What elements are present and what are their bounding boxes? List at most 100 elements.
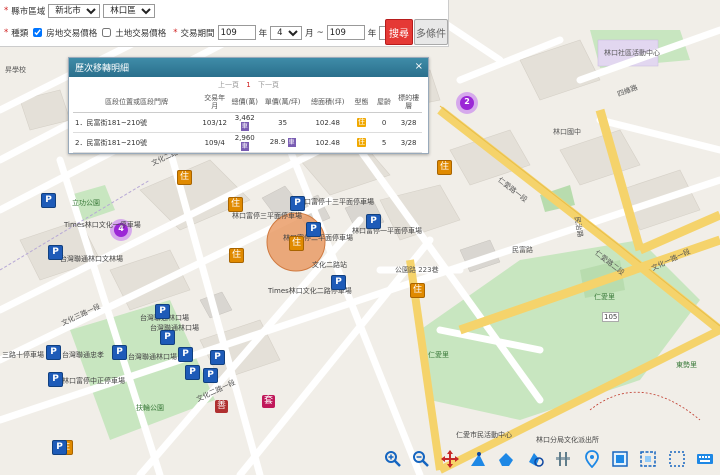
fullscreen-icon[interactable] [637,448,659,470]
shop-marker[interactable]: 套 [262,395,275,408]
keyboard-icon[interactable] [694,448,716,470]
col-header: 交易年月 [200,92,230,113]
current-page: 1 [246,81,251,89]
table-header-row: 區段位置或區段門牌 交易年月 總價(萬) 單價(萬/坪) 總面積(坪) 型態 屋… [73,92,422,113]
required-mark: * [173,27,178,38]
parking-marker[interactable]: P [210,350,225,365]
house-marker-selected[interactable]: 住 [289,236,304,251]
type-cell: 住 [350,132,373,153]
map-label: 三路十停車場 [2,351,44,359]
type-cell: 住 [350,112,373,133]
residential-badge: 住 [357,118,367,127]
locate-icon[interactable] [581,448,603,470]
search-button[interactable]: 搜尋 [385,19,413,45]
map-label: 仁愛里 [428,351,449,359]
range-separator: ~ [316,27,324,38]
map-label: 林口國中 [553,128,581,136]
prev-page-link[interactable]: 上一頁 [218,81,239,89]
total-price-cell: 2,960 車 [229,132,261,153]
parking-marker[interactable]: P [155,304,170,319]
parking-marker[interactable]: P [331,275,346,290]
month-unit: 月 [305,28,314,39]
house-marker[interactable]: 住 [437,160,452,175]
table-row[interactable]: 1．民富街181~210號 103/12 3,462 車 35 102.48 住… [73,112,422,133]
map-label: 台灣聯通林口文林場 [60,255,123,263]
house-marker[interactable]: 住 [177,170,192,185]
required-mark: * [4,27,9,38]
zoom-out-icon[interactable] [410,448,432,470]
next-page-link[interactable]: 下一頁 [258,81,279,89]
more-conditions-button[interactable]: 多條件 [414,19,448,45]
zoom-in-icon[interactable] [382,448,404,470]
tools-icon[interactable] [552,448,574,470]
house-price-checkbox[interactable] [33,28,43,37]
measure-distance-icon[interactable] [467,448,489,470]
map-label: 林口富停十三平面停車場 [297,198,374,206]
area-cell: 102.48 [305,112,351,133]
temple-marker[interactable]: 善 [215,400,228,413]
parking-marker[interactable]: P [48,372,63,387]
parking-marker[interactable]: P [52,440,67,455]
parking-marker[interactable]: P [203,368,218,383]
pagination: 上一頁 1 下一頁 [69,80,428,90]
map-label: 昇學校 [5,66,26,74]
parking-marker[interactable]: P [366,214,381,229]
house-price-label: 房地交易價格 [46,28,98,39]
circle-select-icon[interactable] [524,448,546,470]
panel-header: 歷次移轉明細 × [69,58,428,77]
parking-marker[interactable]: P [48,245,63,260]
col-header: 單價(萬/坪) [260,92,306,113]
age-cell: 0 [372,112,396,133]
age-cell: 5 [372,132,396,153]
house-marker[interactable]: 住 [229,248,244,263]
county-label: 縣市區域 [11,7,46,17]
table-row[interactable]: 2．民富街181~210號 109/4 2,960 車 28.9 車 102.4… [73,132,422,153]
col-header: 總面積(坪) [305,92,351,113]
period-label: 交易期間 [180,28,215,39]
map-label: 林口富停三平面停車場 [232,212,302,220]
col-header: 屋齡 [372,92,396,113]
year-unit: 年 [367,28,377,39]
col-header: 區段位置或區段門牌 [73,92,201,113]
layer-icon[interactable] [666,448,688,470]
unit-price-cell: 28.9 車 [260,132,306,153]
map-label: 立功公園 [72,199,100,207]
start-month-select[interactable]: 4 [270,25,303,40]
print-icon[interactable] [609,448,631,470]
transfer-table: 區段位置或區段門牌 交易年月 總價(萬) 單價(萬/坪) 總面積(坪) 型態 屋… [73,92,422,153]
close-icon[interactable]: × [415,61,423,72]
land-price-checkbox[interactable] [102,28,112,37]
end-year-input[interactable] [326,25,365,40]
land-price-label: 土地交易價格 [115,28,167,39]
required-mark: * [4,6,9,16]
county-select[interactable]: 新北市 [48,4,101,18]
start-year-input[interactable] [217,25,256,40]
map-label: 林口富停中正停車場 [62,377,125,385]
cluster-count[interactable]: 2 [462,97,472,106]
house-marker[interactable]: 住 [410,283,425,298]
area-cell: 102.48 [305,132,351,153]
parking-marker[interactable]: P [160,330,175,345]
parking-marker[interactable]: P [46,345,61,360]
parking-badge: 車 [240,122,249,131]
address-cell: 2．民富街181~210號 [73,132,201,153]
parking-marker[interactable]: P [306,222,321,237]
district-select[interactable]: 林口區 [103,4,156,18]
parking-marker[interactable]: P [185,365,200,380]
map-label: Times林口文化一停車場 [64,221,141,229]
map-label: 105 [602,312,620,322]
parking-marker[interactable]: P [178,347,193,362]
unit-price-cell: 35 [260,112,306,133]
parking-marker[interactable]: P [290,196,305,211]
house-marker[interactable]: 住 [228,197,243,212]
parking-badge: 車 [287,138,296,147]
map-toolbar [378,443,720,475]
floor-cell: 3/28 [395,112,422,133]
parking-marker[interactable]: P [41,193,56,208]
parking-marker[interactable]: P [112,345,127,360]
floor-cell: 3/28 [395,132,422,153]
measure-area-icon[interactable] [495,448,517,470]
pan-icon[interactable] [439,448,461,470]
map-label: 民富路 [512,246,533,254]
residential-badge: 住 [357,138,367,147]
